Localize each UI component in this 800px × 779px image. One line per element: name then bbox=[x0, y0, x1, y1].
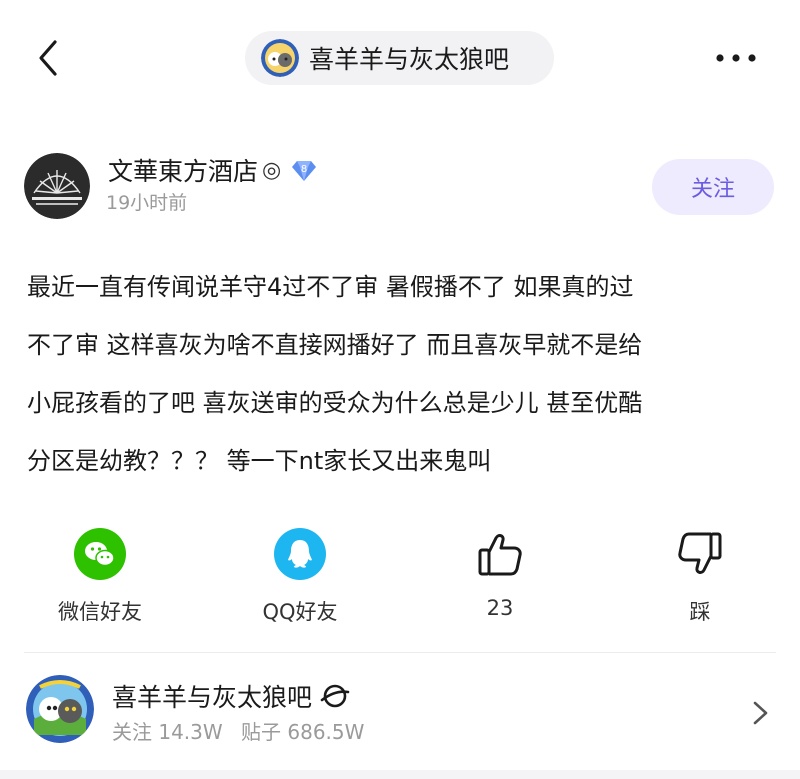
forum-avatar bbox=[26, 675, 94, 743]
follow-button[interactable]: 关注 bbox=[652, 159, 774, 215]
like-count: 23 bbox=[486, 596, 514, 620]
chevron-left-icon bbox=[39, 40, 57, 76]
level-badge-icon: 8 bbox=[292, 161, 317, 181]
post-line: 不了审 这样喜灰为啥不直接网播好了 而且喜灰早就不是给 bbox=[27, 331, 643, 359]
thumbs-up-icon bbox=[474, 528, 526, 580]
post-content: 最近一直有传闻说羊守4过不了审 暑假播不了 如果真的过 不了审 这样喜灰为啥不直… bbox=[27, 258, 777, 490]
like-button[interactable]: 23 bbox=[430, 528, 570, 628]
forum-card[interactable]: 喜羊羊与灰太狼吧 关注 14.3W 贴子 686.5W bbox=[0, 662, 800, 766]
author-name-line[interactable]: 文華東方酒店 ◎ 8 bbox=[108, 152, 317, 188]
post-line: 最近一直有传闻说羊守4过不了审 暑假播不了 如果真的过 bbox=[27, 273, 634, 301]
back-button[interactable] bbox=[28, 36, 68, 80]
chevron-right-icon bbox=[753, 701, 768, 725]
forum-title-pill[interactable]: 喜羊羊与灰太狼吧 bbox=[245, 31, 554, 85]
name-mark: ◎ bbox=[262, 157, 282, 183]
forum-followers: 关注 14.3W bbox=[112, 720, 223, 744]
share-qq-button[interactable]: QQ好友 bbox=[230, 528, 370, 628]
action-bar: 微信好友 QQ好友 23 踩 bbox=[0, 528, 800, 628]
wechat-icon bbox=[74, 528, 126, 580]
forum-title: 喜羊羊与灰太狼吧 bbox=[309, 45, 510, 74]
forum-name-line: 喜羊羊与灰太狼吧 bbox=[112, 678, 350, 714]
more-button[interactable] bbox=[710, 40, 762, 76]
thumbs-down-icon bbox=[674, 528, 726, 580]
planet-icon bbox=[320, 684, 350, 708]
post-line: 小屁孩看的了吧 喜灰送审的受众为什么总是少儿 甚至优酷 bbox=[27, 389, 643, 417]
bottom-strip bbox=[0, 770, 800, 779]
author-row: 文華東方酒店 ◎ 8 19小时前 关注 bbox=[24, 150, 784, 230]
forum-stats: 关注 14.3W 贴子 686.5W bbox=[112, 716, 376, 745]
dislike-label: 踩 bbox=[689, 600, 711, 624]
author-name: 文華東方酒店 bbox=[108, 157, 259, 186]
top-bar: 喜羊羊与灰太狼吧 bbox=[0, 0, 800, 120]
forum-posts: 贴子 686.5W bbox=[241, 720, 365, 744]
wechat-label: 微信好友 bbox=[58, 600, 142, 624]
author-avatar[interactable] bbox=[24, 153, 90, 219]
divider bbox=[24, 652, 776, 653]
level-number: 8 bbox=[301, 164, 307, 175]
fan-logo-icon bbox=[24, 153, 90, 219]
share-wechat-button[interactable]: 微信好友 bbox=[30, 528, 170, 628]
post-time: 19小时前 bbox=[106, 192, 188, 214]
more-dots-icon bbox=[716, 54, 756, 62]
post-line: 分区是幼教？？？ 等一下nt家长又出来鬼叫 bbox=[27, 447, 492, 475]
dislike-button[interactable]: 踩 bbox=[630, 528, 770, 628]
qq-label: QQ好友 bbox=[262, 600, 338, 624]
qq-icon bbox=[274, 528, 326, 580]
forum-avatar-small bbox=[261, 39, 299, 77]
forum-name: 喜羊羊与灰太狼吧 bbox=[112, 683, 313, 712]
